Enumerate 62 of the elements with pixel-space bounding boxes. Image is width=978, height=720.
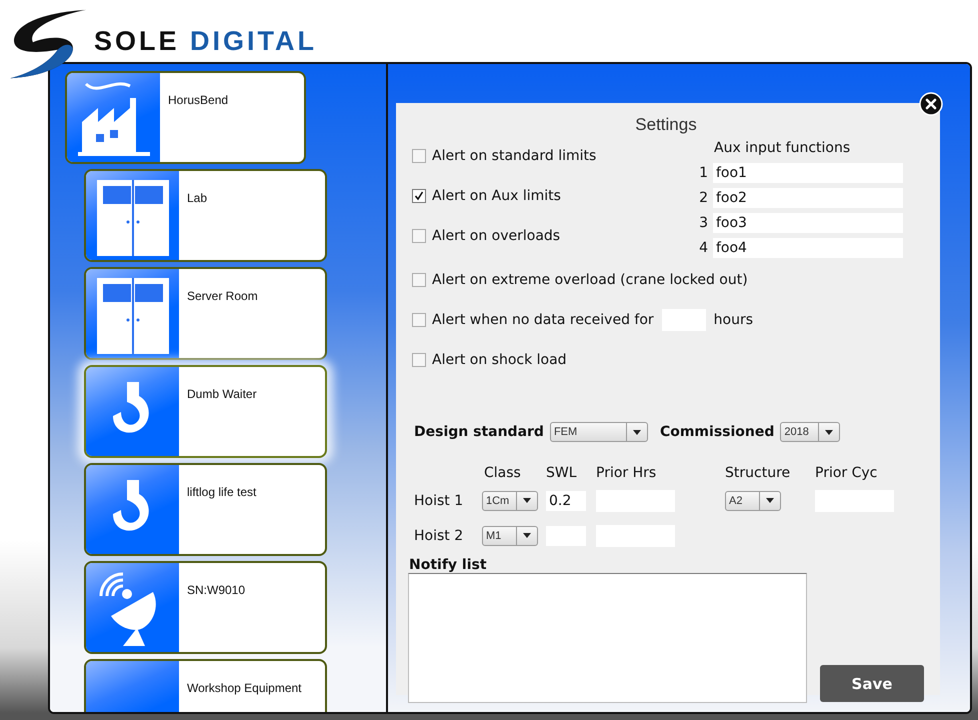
item-label: HorusBend [167, 92, 228, 109]
column-heading: Prior Cyc [815, 465, 878, 483]
checkbox[interactable] [412, 273, 426, 287]
aux-number: 2 [698, 190, 708, 206]
checkbox[interactable] [412, 189, 426, 203]
commissioned-label: Commissioned [660, 424, 774, 440]
aux-heading: Aux input functions [713, 140, 852, 158]
class-dropdown[interactable]: M1 [482, 526, 538, 546]
hoist-label: Hoist 2 [414, 528, 464, 544]
item-label: Workshop Equipment [186, 680, 302, 697]
item-label: Server Room [186, 288, 258, 305]
notify-list-label: Notify list [408, 557, 488, 573]
notify-list-field[interactable] [408, 573, 807, 703]
column-heading: Class [483, 465, 522, 483]
aux-number: 4 [698, 240, 708, 256]
item-label: Lab [186, 190, 208, 207]
sidebar-item[interactable]: Server Room [84, 267, 327, 360]
aux-input-field[interactable]: foo4 [713, 238, 903, 258]
aux-input-field[interactable]: foo3 [713, 212, 903, 232]
caret-icon [523, 533, 531, 538]
item-label: Dumb Waiter [186, 386, 257, 403]
caret-icon [825, 430, 834, 434]
checkbox-label: Alert on shock load [432, 352, 567, 368]
checkbox-label: Alert on Aux limits [432, 188, 561, 204]
sidebar-item[interactable]: HorusBend [65, 71, 306, 164]
aux-input-field[interactable]: foo2 [713, 188, 903, 208]
design-standard-label: Design standard [414, 424, 544, 440]
sidebar-item[interactable]: liftlog life test [84, 463, 327, 556]
design-standard-dropdown[interactable]: FEM [550, 422, 648, 442]
aux-number: 3 [698, 214, 708, 230]
aux-input-field[interactable]: foo1 [713, 162, 903, 182]
checkbox[interactable] [412, 229, 426, 243]
column-heading: SWL [546, 465, 578, 483]
caret-icon [523, 498, 531, 503]
item-label: liftlog life test [186, 484, 256, 501]
checkbox-label: Alert on standard limits [432, 148, 596, 164]
column-heading: Structure [725, 465, 792, 483]
commissioned-dropdown[interactable]: 2018 [780, 422, 840, 442]
item-label: SN:W9010 [186, 582, 246, 599]
aux-number: 1 [698, 164, 708, 180]
brand-logo-text: SOLE DIGITAL [94, 26, 318, 57]
sidebar-item[interactable]: Dumb Waiter [84, 365, 327, 458]
sidebar-item[interactable]: SN:W9010 [84, 561, 327, 654]
checkbox[interactable] [412, 353, 426, 367]
caret-icon [632, 430, 641, 434]
caret-icon [766, 498, 774, 503]
checkbox[interactable] [412, 313, 426, 327]
checkbox-label: Alert when no data received for [432, 312, 654, 328]
checkbox[interactable] [412, 149, 426, 163]
swl-input-field[interactable]: 0.2 [546, 490, 586, 510]
sidebar-item[interactable]: Workshop Equipment [84, 659, 327, 712]
sidebar-item[interactable]: Lab [84, 169, 327, 262]
class-dropdown[interactable]: 1Cm [482, 490, 538, 510]
hoist-label: Hoist 1 [414, 492, 464, 508]
checkbox-label: Alert on extreme overload (crane locked out) [432, 272, 748, 288]
dialog-title: Settings [634, 114, 698, 136]
column-heading: Prior Hrs [596, 465, 658, 483]
hours-label: hours [714, 312, 754, 328]
checkbox-label: Alert on overloads [432, 228, 560, 244]
structure-dropdown[interactable]: A2 [725, 490, 781, 510]
save-button[interactable]: Save [820, 665, 924, 702]
close-icon[interactable] [919, 92, 943, 116]
